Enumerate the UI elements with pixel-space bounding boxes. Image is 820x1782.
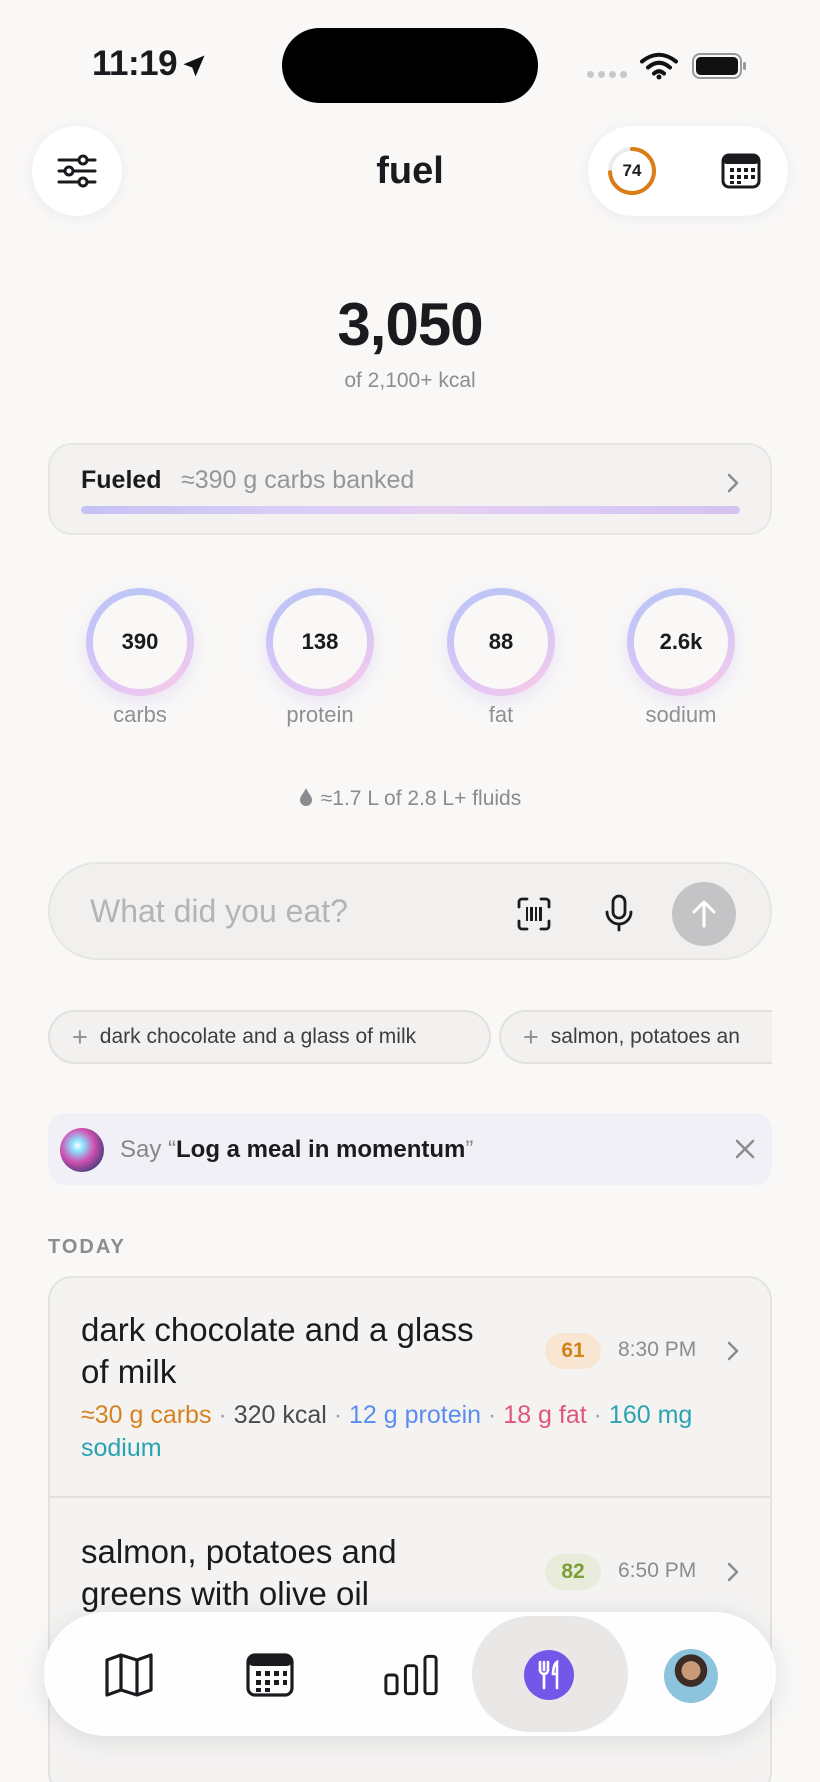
meal-title[interactable]: salmon, potatoes and greens with olive o… (81, 1531, 501, 1615)
section-header-today: TODAY (48, 1236, 126, 1258)
meal-title[interactable]: dark chocolate and a glass of milk (81, 1309, 481, 1393)
barcode-scan-icon (517, 897, 551, 931)
carbs-value: 390 (93, 595, 187, 689)
divider (50, 1496, 770, 1498)
fat-value: 88 (454, 595, 548, 689)
plus-icon: + (72, 1021, 88, 1052)
meal-score-badge: 82 (545, 1554, 601, 1590)
fueled-detail: ≈390 g carbs banked (181, 466, 415, 494)
meal-fat: 18 g fat (503, 1401, 587, 1429)
meal-protein: 12 g protein (349, 1401, 482, 1429)
fluids-text: ≈1.7 L of 2.8 L+ fluids (320, 787, 522, 810)
battery-icon (692, 53, 746, 79)
chevron-right-icon[interactable] (726, 1340, 740, 1362)
fat-ring[interactable]: 88 (447, 588, 555, 696)
tab-map[interactable] (102, 1648, 156, 1702)
profile-avatar[interactable] (664, 1649, 718, 1703)
carbs-ring[interactable]: 390 (86, 588, 194, 696)
tab-calendar[interactable] (243, 1648, 297, 1702)
sodium-value: 2.6k (634, 595, 728, 689)
suggestion-chip[interactable]: + salmon, potatoes an (499, 1010, 772, 1064)
fat-label: fat (488, 702, 514, 727)
close-icon[interactable] (733, 1137, 757, 1161)
fuel-progress-bar (81, 506, 740, 514)
calendar-icon (721, 153, 761, 189)
protein-ring[interactable]: 138 (266, 588, 374, 696)
fueled-label: Fueled (81, 466, 162, 494)
kcal-value: 3,050 (337, 291, 483, 358)
microphone-button[interactable] (604, 893, 634, 938)
meal-carbs: ≈30 g carbs (81, 1401, 212, 1429)
send-button[interactable] (672, 882, 736, 946)
protein-value: 138 (273, 595, 367, 689)
arrow-up-icon (692, 900, 716, 928)
siri-icon (60, 1128, 104, 1172)
barcode-scan-button[interactable] (516, 896, 552, 937)
sodium-ring[interactable]: 2.6k (627, 588, 735, 696)
score-value: 74 (622, 161, 642, 180)
microphone-icon (605, 894, 633, 932)
suggestion-chip-label: dark chocolate and a glass of milk (99, 1025, 417, 1048)
plus-icon: + (523, 1021, 539, 1052)
meal-time: 8:30 PM (618, 1338, 697, 1361)
sodium-label: sodium (645, 702, 717, 727)
tab-fuel[interactable] (522, 1648, 576, 1702)
kcal-target: of 2,100+ kcal (344, 369, 476, 392)
siri-phrase: Log a meal in momentum (176, 1136, 466, 1163)
meal-time: 6:50 PM (618, 1559, 697, 1582)
location-arrow-icon (183, 55, 205, 77)
cellular-signal-icon (587, 71, 627, 78)
dynamic-island (282, 28, 538, 103)
siri-tip-text: Say “Log a meal in momentum” (120, 1136, 474, 1163)
wifi-icon (640, 52, 678, 80)
suggestion-chip-label: salmon, potatoes an (550, 1025, 740, 1048)
meal-macros: ≈30 g carbs · 320 kcal · 12 g protein · … (81, 1401, 693, 1462)
status-time: 11:19 (92, 44, 178, 83)
calendar-icon (246, 1653, 294, 1697)
meal-input-placeholder: What did you eat? (90, 893, 348, 929)
chevron-right-icon (727, 473, 739, 493)
tab-stats[interactable] (384, 1648, 438, 1702)
protein-label: protein (286, 702, 354, 727)
carbs-label: carbs (113, 702, 167, 727)
fluids-summary: ≈1.7 L of 2.8 L+ fluids (0, 787, 820, 811)
bar-chart-icon (384, 1654, 438, 1696)
meal-kcal: 320 kcal (233, 1401, 327, 1429)
chevron-right-icon[interactable] (726, 1561, 740, 1583)
fork-knife-icon (538, 1660, 559, 1690)
meal-score-badge: 61 (545, 1333, 601, 1369)
calendar-button[interactable] (721, 153, 761, 194)
map-icon (105, 1653, 153, 1697)
suggestion-chip[interactable]: + dark chocolate and a glass of milk (48, 1010, 491, 1064)
fork-knife-button (524, 1650, 574, 1700)
water-drop-icon (299, 788, 312, 806)
